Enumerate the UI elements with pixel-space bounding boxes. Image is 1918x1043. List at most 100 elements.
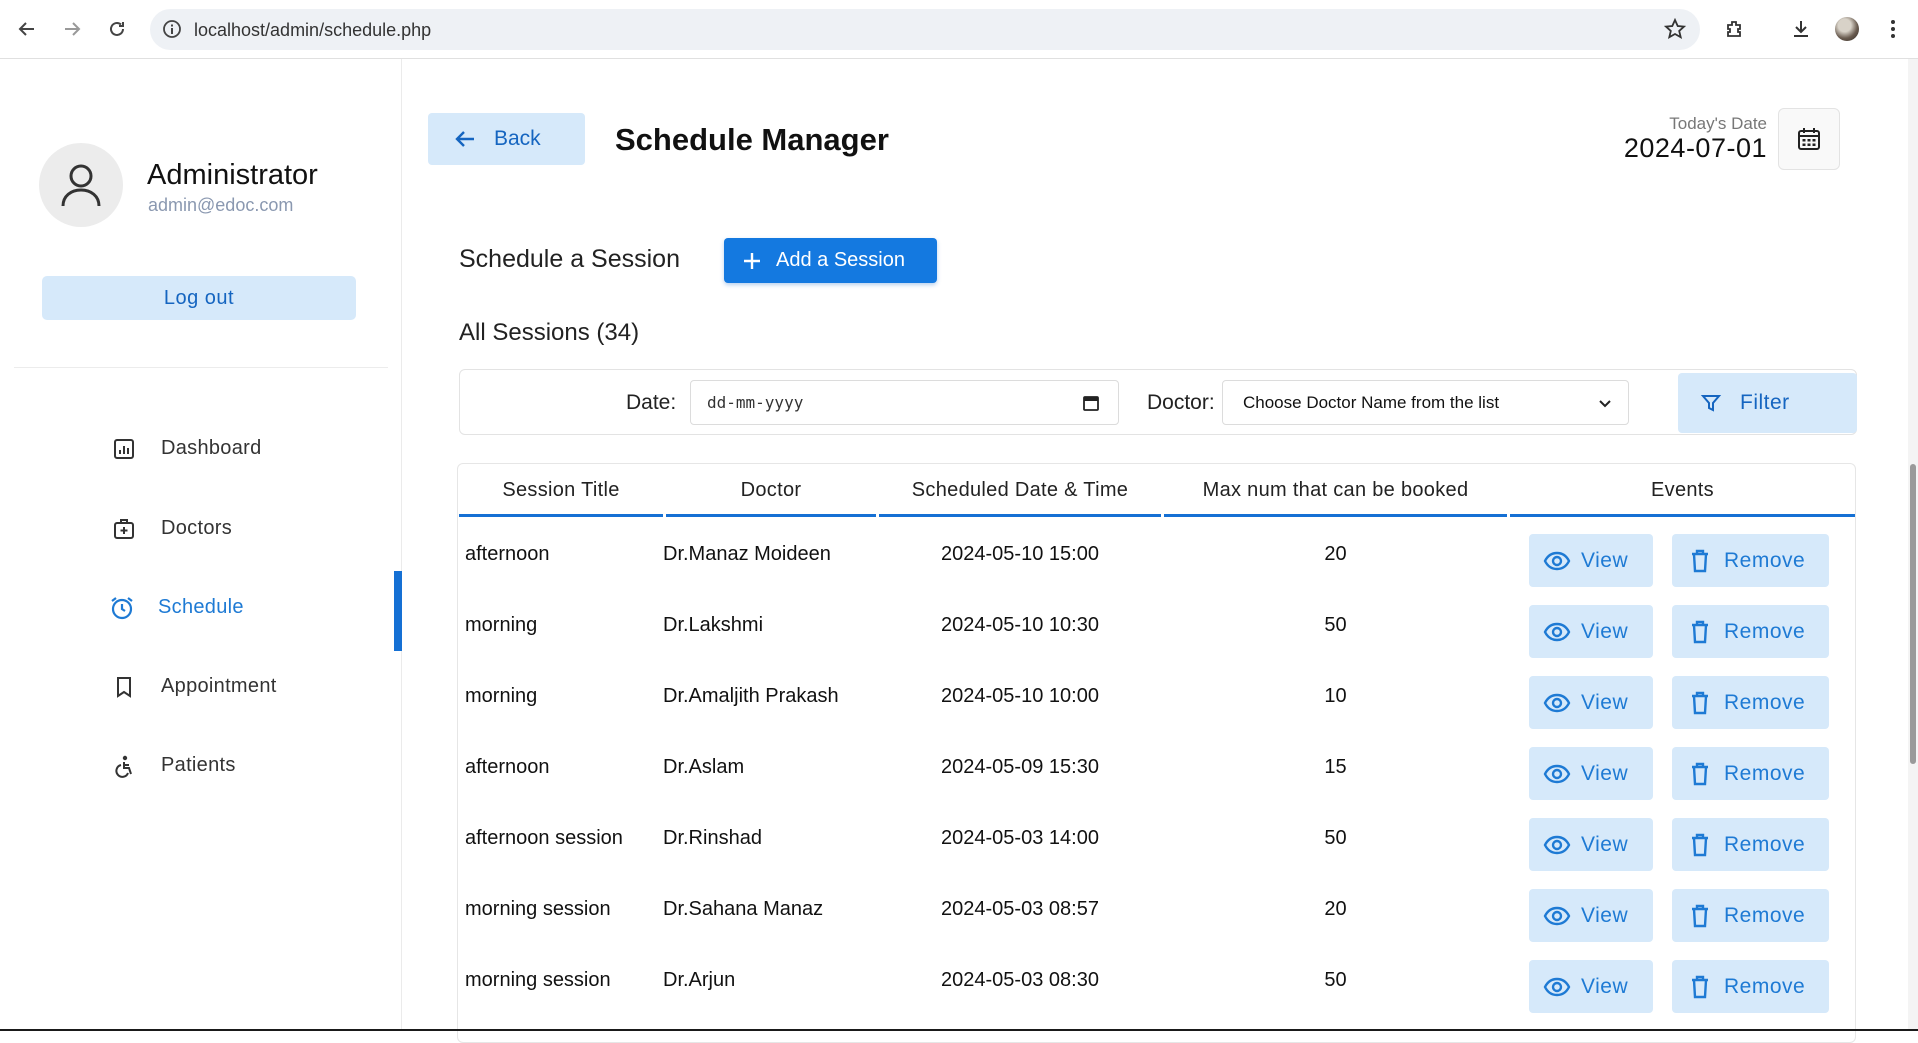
cell-datetime: 2024-05-03 08:30 xyxy=(941,969,1099,991)
remove-label: Remove xyxy=(1724,974,1806,998)
cell-max-booked: 20 xyxy=(1324,543,1347,565)
view-label: View xyxy=(1581,690,1629,714)
sidebar-item-label: Appointment xyxy=(161,675,277,697)
trash-icon xyxy=(1690,833,1710,857)
doctor-filter-label: Doctor: xyxy=(1147,391,1215,414)
cell-datetime: 2024-05-09 15:30 xyxy=(941,756,1099,778)
all-sessions-count: All Sessions (34) xyxy=(459,319,640,346)
cell-datetime: 2024-05-03 08:57 xyxy=(941,898,1099,920)
extensions-icon[interactable] xyxy=(1720,14,1750,44)
page-title: Schedule Manager xyxy=(615,122,889,157)
chevron-down-icon xyxy=(1598,395,1612,415)
today-date-value: 2024-07-01 xyxy=(1623,133,1767,163)
remove-label: Remove xyxy=(1724,903,1806,927)
remove-button[interactable]: Remove xyxy=(1672,605,1829,658)
view-label: View xyxy=(1581,761,1629,785)
date-filter-label: Date: xyxy=(626,391,677,414)
cell-datetime: 2024-05-10 10:30 xyxy=(941,614,1099,636)
view-button[interactable]: View xyxy=(1529,534,1653,587)
reload-icon[interactable] xyxy=(102,14,132,44)
schedule-icon xyxy=(108,594,136,622)
sidebar-item-dashboard[interactable]: Dashboard xyxy=(0,414,402,484)
header-events: Events xyxy=(1510,479,1855,517)
eye-icon xyxy=(1543,835,1571,855)
url-text: localhost/admin/schedule.php xyxy=(194,20,432,40)
remove-button[interactable]: Remove xyxy=(1672,889,1829,942)
remove-label: Remove xyxy=(1724,690,1806,714)
view-label: View xyxy=(1581,548,1629,572)
date-input-placeholder: dd-mm-yyyy xyxy=(707,393,804,412)
cell-session-title: morning xyxy=(465,614,538,636)
today-date-label: Today's Date xyxy=(1669,114,1767,133)
view-label: View xyxy=(1581,974,1629,998)
remove-button[interactable]: Remove xyxy=(1672,747,1829,800)
view-label: View xyxy=(1581,832,1629,856)
sidebar-item-schedule[interactable]: Schedule xyxy=(0,571,402,651)
view-label: View xyxy=(1581,619,1629,643)
sidebar-item-patients[interactable]: Patients xyxy=(0,731,402,801)
cell-max-booked: 15 xyxy=(1324,756,1347,778)
cell-datetime: 2024-05-03 14:00 xyxy=(941,827,1099,849)
date-filter-input[interactable]: dd-mm-yyyy xyxy=(690,380,1119,425)
sidebar-item-doctors[interactable]: Doctors xyxy=(0,494,402,564)
view-button[interactable]: View xyxy=(1529,818,1653,871)
sidebar-item-label: Dashboard xyxy=(161,437,262,459)
forward-arrow-icon[interactable] xyxy=(57,14,87,44)
cell-session-title: afternoon session xyxy=(465,827,623,849)
remove-button[interactable]: Remove xyxy=(1672,676,1829,729)
calendar-icon xyxy=(1796,126,1822,152)
profile-email: admin@edoc.com xyxy=(148,195,294,215)
sidebar-item-label: Schedule xyxy=(158,596,244,618)
bookmark-star-icon[interactable] xyxy=(1663,17,1687,45)
back-button[interactable]: Back xyxy=(428,113,585,165)
cell-doctor: Dr.Arjun xyxy=(663,969,736,991)
plus-icon xyxy=(742,251,762,271)
back-label: Back xyxy=(494,127,541,150)
cell-session-title: afternoon xyxy=(465,756,550,778)
view-button[interactable]: View xyxy=(1529,889,1653,942)
remove-button[interactable]: Remove xyxy=(1672,960,1829,1013)
download-icon[interactable] xyxy=(1786,14,1816,44)
doctor-select[interactable]: Choose Doctor Name from the list xyxy=(1222,380,1629,425)
trash-icon xyxy=(1690,549,1710,573)
remove-button[interactable]: Remove xyxy=(1672,534,1829,587)
remove-label: Remove xyxy=(1724,619,1806,643)
logout-button[interactable]: Log out xyxy=(42,276,356,320)
schedule-session-label: Schedule a Session xyxy=(459,245,680,273)
remove-button[interactable]: Remove xyxy=(1672,818,1829,871)
eye-icon xyxy=(1543,906,1571,926)
patients-icon xyxy=(110,752,138,780)
filter-icon xyxy=(1700,392,1722,414)
user-avatar-icon xyxy=(39,143,123,227)
address-bar[interactable]: localhost/admin/schedule.php xyxy=(150,9,1700,50)
eye-icon xyxy=(1543,693,1571,713)
dashboard-icon xyxy=(110,435,138,463)
sidebar-item-label: Doctors xyxy=(161,517,233,539)
filter-button[interactable]: Filter xyxy=(1678,373,1857,433)
view-button[interactable]: View xyxy=(1529,676,1653,729)
view-button[interactable]: View xyxy=(1529,960,1653,1013)
menu-kebab-icon[interactable] xyxy=(1878,14,1908,44)
calendar-picker-icon[interactable] xyxy=(1082,394,1100,416)
cell-max-booked: 50 xyxy=(1324,827,1347,849)
filter-label: Filter xyxy=(1740,391,1790,414)
site-info-icon[interactable] xyxy=(162,19,182,44)
trash-icon xyxy=(1690,691,1710,715)
profile-avatar-icon[interactable] xyxy=(1832,14,1862,44)
sidebar-item-label: Patients xyxy=(161,754,236,776)
browser-toolbar: localhost/admin/schedule.php xyxy=(0,0,1918,59)
page-scrollbar[interactable] xyxy=(1908,59,1918,1031)
view-button[interactable]: View xyxy=(1529,747,1653,800)
add-session-button[interactable]: Add a Session xyxy=(724,238,937,283)
cell-doctor: Dr.Lakshmi xyxy=(663,614,764,636)
view-button[interactable]: View xyxy=(1529,605,1653,658)
sidebar-divider xyxy=(14,367,388,368)
calendar-button[interactable] xyxy=(1778,108,1840,170)
sidebar-item-appointment[interactable]: Appointment xyxy=(0,652,402,722)
cell-session-title: morning session xyxy=(465,898,611,920)
eye-icon xyxy=(1543,977,1571,997)
scrollbar-thumb[interactable] xyxy=(1910,464,1916,764)
view-label: View xyxy=(1581,903,1629,927)
trash-icon xyxy=(1690,975,1710,999)
back-arrow-icon[interactable] xyxy=(12,14,42,44)
